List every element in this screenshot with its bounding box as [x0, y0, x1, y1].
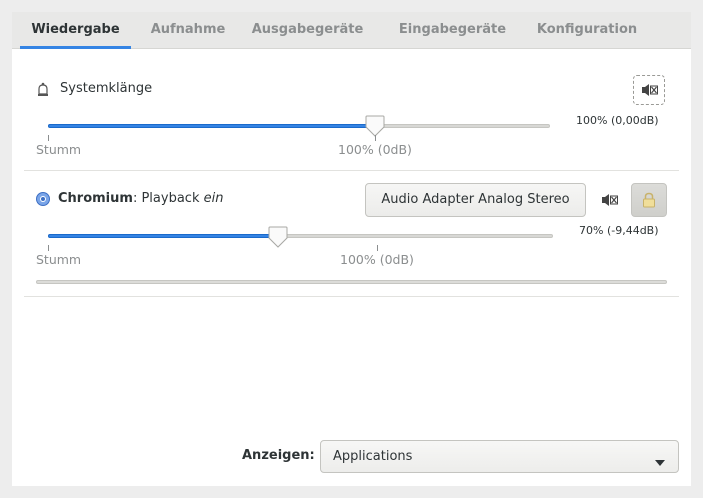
tab-wiedergabe[interactable]: Wiedergabe — [20, 12, 131, 49]
show-filter-dropdown[interactable]: Applications — [320, 440, 679, 473]
slider-tick-min — [48, 245, 49, 251]
chromium-icon — [36, 192, 50, 210]
volume-readout: 100% (0,00dB) — [576, 114, 659, 127]
stream-desc-prefix: : Playback — [132, 191, 204, 206]
volume-slider-handle[interactable] — [268, 226, 288, 248]
slider-mark-norm: 100% (0dB) — [338, 142, 412, 157]
mute-button[interactable] — [601, 193, 619, 211]
row-separator — [24, 296, 679, 297]
stream-title: Systemklänge — [60, 81, 153, 96]
tab-aufnahme[interactable]: Aufnahme — [139, 12, 237, 49]
chevron-down-icon — [655, 455, 665, 470]
show-label: Anzeigen: — [242, 448, 315, 463]
volume-slider[interactable] — [48, 124, 550, 128]
slider-tick-norm — [375, 135, 376, 141]
slider-mark-norm: 100% (0dB) — [340, 252, 414, 267]
slider-tick-norm — [377, 245, 378, 251]
lock-channels-button[interactable] — [631, 183, 667, 217]
mute-button[interactable] — [633, 75, 665, 105]
slider-mark-mute: Stumm — [36, 252, 82, 267]
volume-slider-fill — [48, 234, 279, 238]
volume-readout: 70% (-9,44dB) — [579, 224, 659, 237]
stream-description: Chromium: Playback ein — [58, 191, 223, 206]
volume-slider-fill — [48, 124, 375, 128]
tab-ausgabegeraete[interactable]: Ausgabegeräte — [245, 12, 370, 49]
app-name: Chromium — [58, 191, 133, 206]
tab-eingabegeraete[interactable]: Eingabegeräte — [385, 12, 520, 49]
volume-slider-handle[interactable] — [365, 115, 385, 137]
stream-desc-state: ein — [203, 191, 224, 206]
slider-mark-mute: Stumm — [36, 142, 82, 157]
bell-icon — [36, 82, 50, 102]
tab-bar: Wiedergabe Aufnahme Ausgabegeräte Eingab… — [12, 12, 691, 49]
tab-konfiguration[interactable]: Konfiguration — [526, 12, 648, 49]
speaker-muted-icon — [641, 83, 659, 101]
slider-tick-min — [48, 135, 49, 141]
volume-slider[interactable] — [48, 234, 553, 238]
speaker-muted-icon — [601, 194, 619, 211]
row-separator — [24, 170, 679, 171]
show-filter-value: Applications — [333, 449, 413, 464]
output-device-button[interactable]: Audio Adapter Analog Stereo — [365, 183, 586, 217]
peak-meter — [36, 280, 667, 284]
lock-icon — [642, 192, 656, 212]
